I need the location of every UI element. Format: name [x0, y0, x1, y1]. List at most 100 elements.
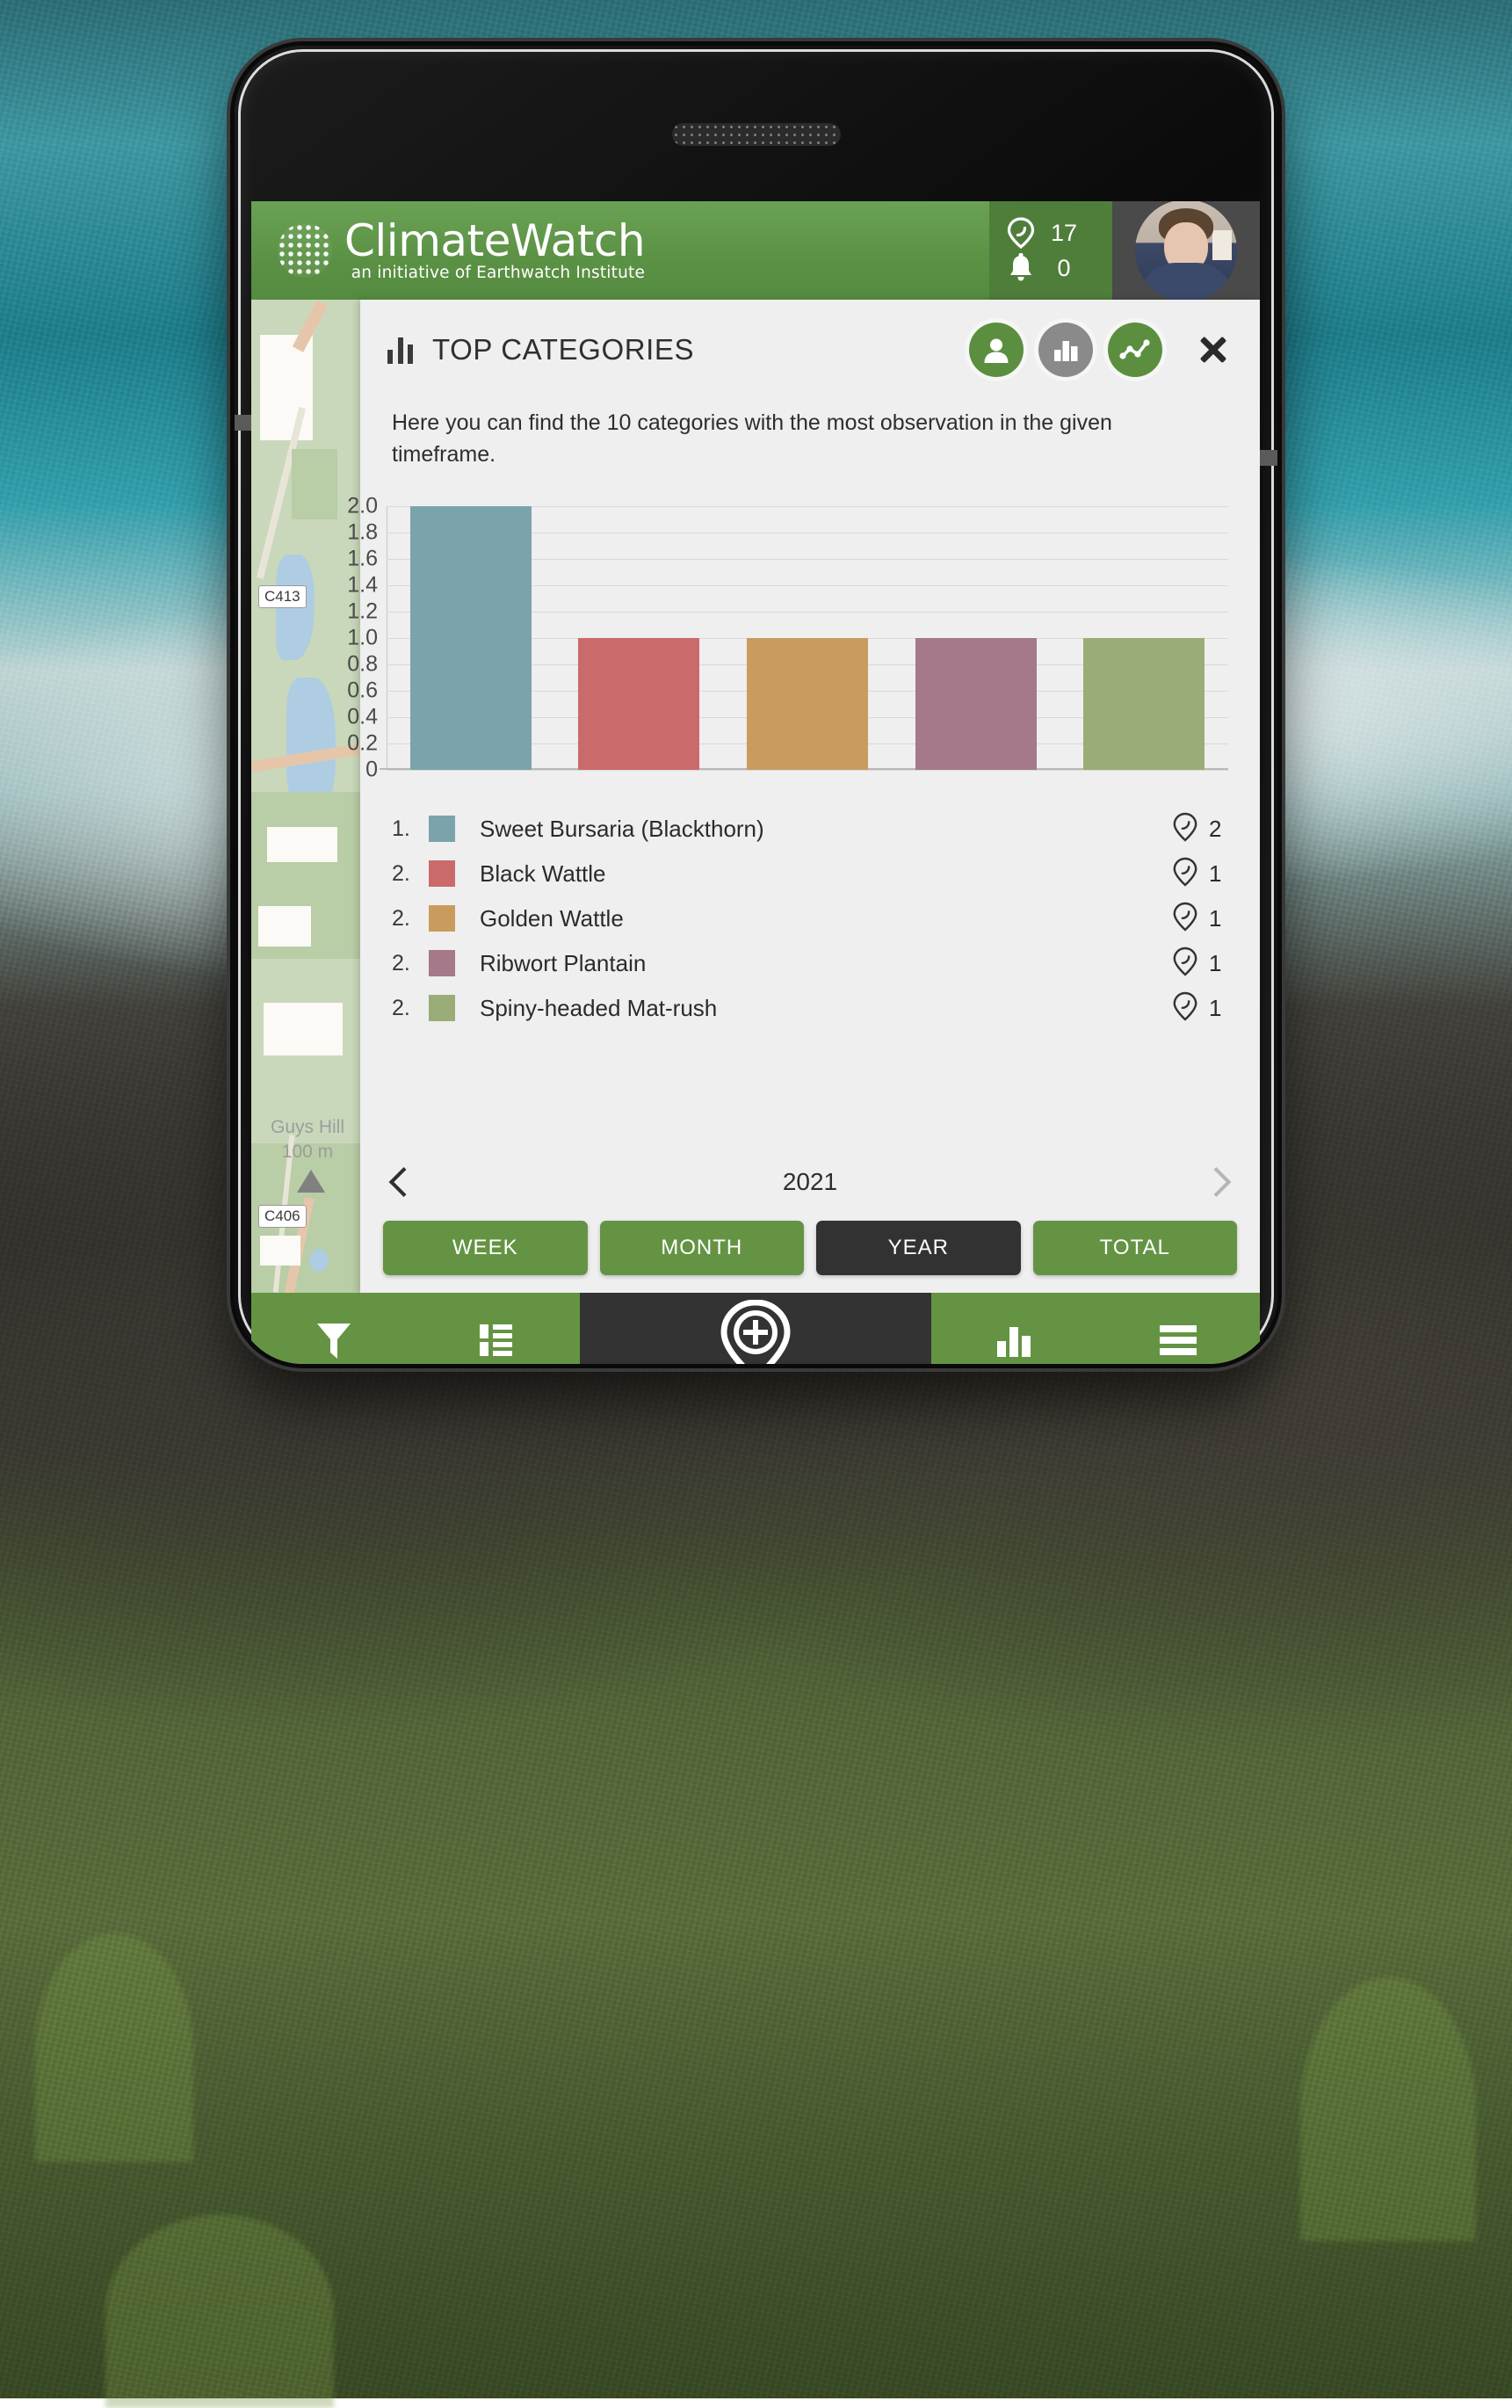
brand-logo[interactable]: ClimateWatch an initiative of Earthwatch…	[251, 220, 645, 282]
y-tick-label: 0.4	[347, 704, 378, 729]
earpiece-speaker	[672, 123, 841, 146]
bar-chart-stats-button[interactable]	[1038, 323, 1093, 377]
map-place-name: Guys Hill	[257, 1117, 358, 1138]
app-screen: ClimateWatch an initiative of Earthwatch…	[251, 201, 1260, 1364]
legend-count-value: 1	[1209, 905, 1228, 932]
pin-icon	[1172, 947, 1198, 981]
legend-label: Spiny-headed Mat-rush	[480, 995, 717, 1022]
chart-bar[interactable]	[1083, 638, 1205, 770]
legend-rank: 2.	[392, 861, 429, 887]
line-chart-stats-button[interactable]	[1108, 323, 1162, 377]
panel-actions	[969, 323, 1233, 377]
chart-bar[interactable]	[578, 638, 699, 770]
close-icon[interactable]	[1193, 330, 1233, 370]
list-item[interactable]: 2. Spiny-headed Mat-rush 1	[392, 986, 1228, 1031]
period-button-month[interactable]: MONTH	[600, 1221, 805, 1275]
legend-rank: 2.	[392, 951, 429, 976]
brand-tagline: an initiative of Earthwatch Institute	[351, 264, 645, 282]
observations-count: 17	[1049, 220, 1079, 247]
period-button-week[interactable]: WEEK	[383, 1221, 588, 1275]
legend-label: Black Wattle	[480, 860, 606, 888]
map-place-elevation: 100 m	[257, 1142, 358, 1163]
legend-rank: 2.	[392, 906, 429, 932]
legend-label: Golden Wattle	[480, 905, 624, 932]
legend-count-value: 2	[1209, 816, 1228, 843]
y-tick-label: 0.6	[347, 678, 378, 703]
bell-icon	[1005, 252, 1037, 284]
list-item[interactable]: 2.Black Wattle1	[392, 852, 1228, 896]
legend-list: 1.Sweet Bursaria (Blackthorn)2 2. Black Wa…	[392, 807, 1228, 1031]
bottom-nav-right	[931, 1293, 1260, 1364]
legend-rank: 1.	[392, 816, 429, 842]
chart-bar[interactable]	[747, 638, 868, 770]
y-tick-label: 0.8	[347, 651, 378, 677]
bar-slot	[723, 506, 892, 770]
period-navigation: 2021	[360, 1164, 1260, 1200]
list-item[interactable]: 1.Sweet Bursaria (Blackthorn)2	[392, 807, 1228, 852]
y-tick-label: 1.2	[347, 598, 378, 624]
legend-label: Ribwort Plantain	[480, 950, 646, 977]
pin-icon	[1172, 812, 1198, 846]
chart-bars	[387, 506, 1228, 770]
legend-color-swatch	[429, 860, 455, 887]
notifications-count: 0	[1049, 255, 1079, 282]
bar-chart-icon	[387, 335, 416, 365]
bar-slot	[1060, 506, 1228, 770]
list-icon[interactable]	[466, 1308, 531, 1364]
gridline	[387, 770, 1228, 771]
bar-slot	[387, 506, 555, 770]
y-tick-label: 0	[365, 757, 378, 782]
line-chart-icon	[1118, 337, 1152, 363]
legend-count: 1	[1172, 902, 1228, 936]
panel-description: Here you can find the 10 categories with…	[360, 386, 1151, 471]
observations-stat[interactable]: 17	[1005, 217, 1096, 249]
period-button-total[interactable]: TOTAL	[1033, 1221, 1238, 1275]
chart-container: 2.01.81.61.41.21.00.80.60.40.20	[387, 506, 1228, 770]
y-tick-label: 0.2	[347, 730, 378, 756]
header-stats: 17 0	[989, 201, 1112, 300]
globe-dots-icon	[278, 223, 332, 278]
y-tick-label: 1.6	[347, 546, 378, 571]
phone-mockup: ClimateWatch an initiative of Earthwatch…	[235, 46, 1277, 1364]
legend-count: 2	[1172, 812, 1228, 846]
legend-count-value: 1	[1209, 995, 1228, 1022]
avatar[interactable]	[1135, 201, 1237, 301]
menu-icon[interactable]	[1146, 1308, 1211, 1364]
avatar-container[interactable]	[1112, 201, 1260, 300]
chevron-right-icon[interactable]	[1202, 1164, 1237, 1200]
panel-header: TOP CATEGORIES	[360, 300, 1260, 386]
bar-slot	[555, 506, 724, 770]
list-item[interactable]: 2. Golden Wattle 1	[392, 896, 1228, 941]
add-observation-icon[interactable]	[715, 1300, 796, 1364]
legend-color-swatch	[429, 816, 455, 842]
brand-name: ClimateWatch	[344, 220, 645, 263]
period-button-year[interactable]: YEAR	[816, 1221, 1021, 1275]
filter-icon[interactable]	[301, 1308, 366, 1364]
legend-count: 1	[1172, 947, 1228, 981]
legend-rank: 2.	[392, 996, 429, 1021]
list-item[interactable]: 2. Ribwort Plantain 1	[392, 941, 1228, 986]
legend-color-swatch	[429, 995, 455, 1021]
period-buttons: WEEKMONTHYEARTOTAL	[360, 1221, 1260, 1275]
chevron-left-icon[interactable]	[383, 1164, 418, 1200]
profile-stats-button[interactable]	[969, 323, 1024, 377]
page-title: TOP CATEGORIES	[432, 333, 694, 366]
map-marker-icon	[297, 1170, 325, 1193]
chart-bar[interactable]	[915, 638, 1037, 770]
person-icon	[980, 334, 1012, 366]
legend-color-swatch	[429, 905, 455, 932]
bar-chart-icon	[1051, 335, 1081, 365]
bottom-navigation	[251, 1293, 1260, 1364]
bottom-nav-center	[580, 1293, 931, 1364]
notifications-stat[interactable]: 0	[1005, 252, 1096, 284]
body-area: C413 Guys Hill 100 m C406 TOP CATEGORIES	[251, 300, 1260, 1293]
bar-slot	[892, 506, 1060, 770]
chart-bar[interactable]	[410, 506, 532, 770]
pin-icon	[1005, 217, 1037, 249]
stats-panel: TOP CATEGORIES	[360, 300, 1260, 1293]
y-tick-label: 1.4	[347, 572, 378, 598]
y-tick-label: 1.0	[347, 625, 378, 650]
map-view[interactable]: C413 Guys Hill 100 m C406	[251, 300, 360, 1293]
bar-chart-icon[interactable]	[981, 1308, 1046, 1364]
legend-count: 1	[1172, 991, 1228, 1026]
